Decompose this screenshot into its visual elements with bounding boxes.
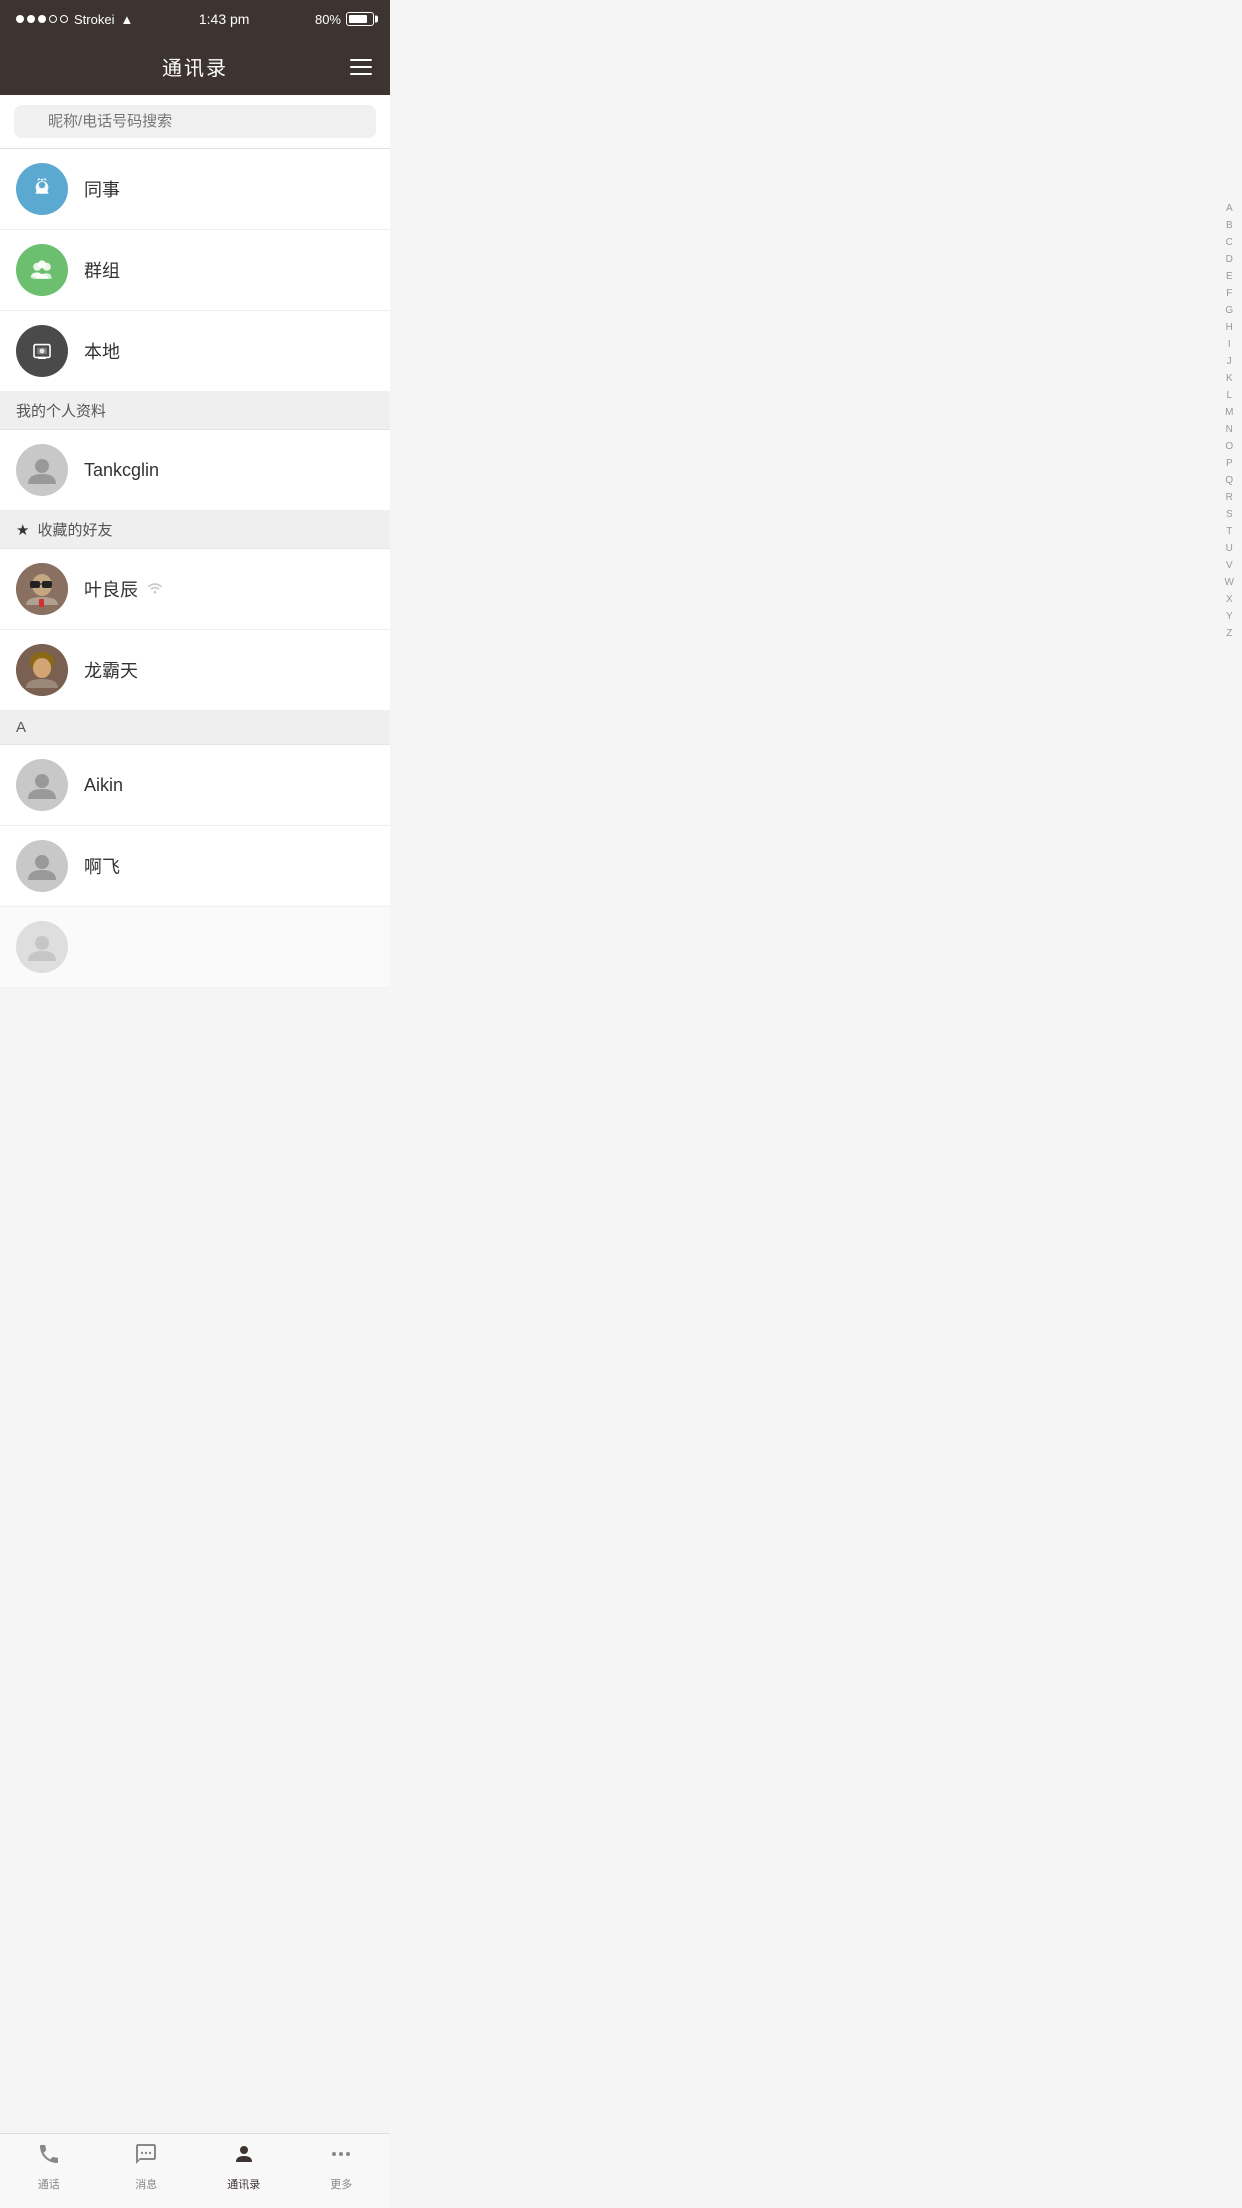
- contact-ye-name: 叶良辰: [84, 576, 138, 602]
- battery-label: 80%: [315, 12, 341, 27]
- search-bar: 🔍: [0, 95, 390, 149]
- alpha-Y[interactable]: Y: [1222, 608, 1237, 625]
- colleagues-item[interactable]: 同事: [0, 149, 390, 230]
- contact-partial-avatar: [16, 921, 68, 973]
- contact-aikin[interactable]: Aikin: [0, 745, 390, 826]
- my-profile-name: Tankcglin: [84, 460, 159, 481]
- alpha-R[interactable]: R: [1222, 489, 1237, 506]
- calls-label: 通话: [38, 2176, 60, 2192]
- colleagues-avatar: [16, 163, 68, 215]
- contact-partial[interactable]: [0, 907, 390, 988]
- colleagues-label: 同事: [84, 176, 120, 202]
- more-label: 更多: [330, 2176, 352, 2192]
- tab-messages[interactable]: 消息: [98, 2142, 196, 2192]
- alpha-C[interactable]: C: [1222, 234, 1237, 251]
- tab-calls[interactable]: 通话: [0, 2142, 98, 2192]
- section-a-header: A: [0, 711, 390, 745]
- alphabet-index[interactable]: ABCDEFGHIJKLMNOPQRSTUVWXYZ: [1221, 200, 1238, 642]
- more-icon: [329, 2142, 353, 2172]
- online-icon: [146, 581, 164, 598]
- battery-fill: [349, 15, 367, 23]
- status-bar: Strokei ▲ 1:43 pm 80%: [0, 0, 390, 38]
- contact-long-name: 龙霸天: [84, 657, 138, 683]
- search-wrap: 🔍: [14, 105, 376, 138]
- alpha-W[interactable]: W: [1221, 574, 1238, 591]
- local-item[interactable]: 本地: [0, 311, 390, 392]
- alpha-V[interactable]: V: [1222, 557, 1237, 574]
- signal-dot-5: [60, 15, 68, 23]
- alpha-Q[interactable]: Q: [1221, 472, 1237, 489]
- my-profile-avatar: [16, 444, 68, 496]
- menu-line-2: [350, 66, 372, 68]
- signal-dot-4: [49, 15, 57, 23]
- alpha-K[interactable]: K: [1222, 370, 1237, 387]
- alpha-Z[interactable]: Z: [1222, 625, 1236, 642]
- alpha-A[interactable]: A: [1222, 200, 1237, 217]
- alpha-F[interactable]: F: [1222, 285, 1236, 302]
- status-left: Strokei ▲: [16, 12, 133, 27]
- header: 通讯录: [0, 38, 390, 95]
- alpha-N[interactable]: N: [1222, 421, 1237, 438]
- alpha-M[interactable]: M: [1221, 404, 1237, 421]
- favorites-section: ★ 收藏的好友: [0, 511, 390, 549]
- status-right: 80%: [315, 12, 374, 27]
- contact-long[interactable]: 龙霸天: [0, 630, 390, 711]
- contacts-label: 通讯录: [227, 2176, 260, 2192]
- alpha-P[interactable]: P: [1222, 455, 1237, 472]
- alpha-L[interactable]: L: [1222, 387, 1236, 404]
- alpha-I[interactable]: I: [1224, 336, 1235, 353]
- page-title: 通讯录: [162, 52, 228, 81]
- menu-line-1: [350, 59, 372, 61]
- search-input[interactable]: [14, 105, 376, 138]
- status-time: 1:43 pm: [199, 11, 250, 27]
- groups-avatar: [16, 244, 68, 296]
- alpha-T[interactable]: T: [1222, 523, 1236, 540]
- my-profile-section: 我的个人资料: [0, 392, 390, 430]
- alpha-U[interactable]: U: [1222, 540, 1237, 557]
- my-profile-label: 我的个人资料: [16, 400, 106, 421]
- signal-dot-2: [27, 15, 35, 23]
- alpha-D[interactable]: D: [1222, 251, 1237, 268]
- alpha-J[interactable]: J: [1223, 353, 1236, 370]
- contact-afei-name: 啊飞: [84, 853, 120, 879]
- menu-button[interactable]: [350, 59, 372, 75]
- tab-more[interactable]: 更多: [293, 2142, 391, 2192]
- contact-aikin-avatar: [16, 759, 68, 811]
- signal-dots: [16, 15, 68, 23]
- local-label: 本地: [84, 338, 120, 364]
- groups-label: 群组: [84, 257, 120, 283]
- contact-ye-avatar: [16, 563, 68, 615]
- alpha-G[interactable]: G: [1221, 302, 1237, 319]
- favorites-label: 收藏的好友: [37, 519, 112, 540]
- groups-item[interactable]: 群组: [0, 230, 390, 311]
- menu-line-3: [350, 73, 372, 75]
- local-avatar: [16, 325, 68, 377]
- messages-label: 消息: [135, 2176, 157, 2192]
- contact-aikin-name: Aikin: [84, 775, 123, 796]
- alpha-O[interactable]: O: [1221, 438, 1237, 455]
- alpha-X[interactable]: X: [1222, 591, 1237, 608]
- tab-bar: 通话 消息 通讯录 更多: [0, 2133, 390, 2208]
- section-a-label: A: [16, 719, 26, 736]
- chat-icon: [134, 2142, 158, 2172]
- contact-ye[interactable]: 叶良辰: [0, 549, 390, 630]
- contacts-icon: [232, 2142, 256, 2172]
- tab-contacts[interactable]: 通讯录: [195, 2142, 293, 2192]
- star-icon: ★: [16, 521, 29, 539]
- alpha-B[interactable]: B: [1222, 217, 1237, 234]
- alpha-E[interactable]: E: [1222, 268, 1237, 285]
- alpha-S[interactable]: S: [1222, 506, 1237, 523]
- contact-long-avatar: [16, 644, 68, 696]
- my-profile-item[interactable]: Tankcglin: [0, 430, 390, 511]
- signal-dot-3: [38, 15, 46, 23]
- alpha-H[interactable]: H: [1222, 319, 1237, 336]
- battery-bar: [346, 12, 374, 26]
- contact-afei[interactable]: 啊飞: [0, 826, 390, 907]
- wifi-icon: ▲: [120, 12, 133, 27]
- content-area: 同事 群组 本地 我的个人资料: [0, 149, 390, 1068]
- carrier-label: Strokei: [74, 12, 114, 27]
- phone-icon: [37, 2142, 61, 2172]
- contact-afei-avatar: [16, 840, 68, 892]
- signal-dot-1: [16, 15, 24, 23]
